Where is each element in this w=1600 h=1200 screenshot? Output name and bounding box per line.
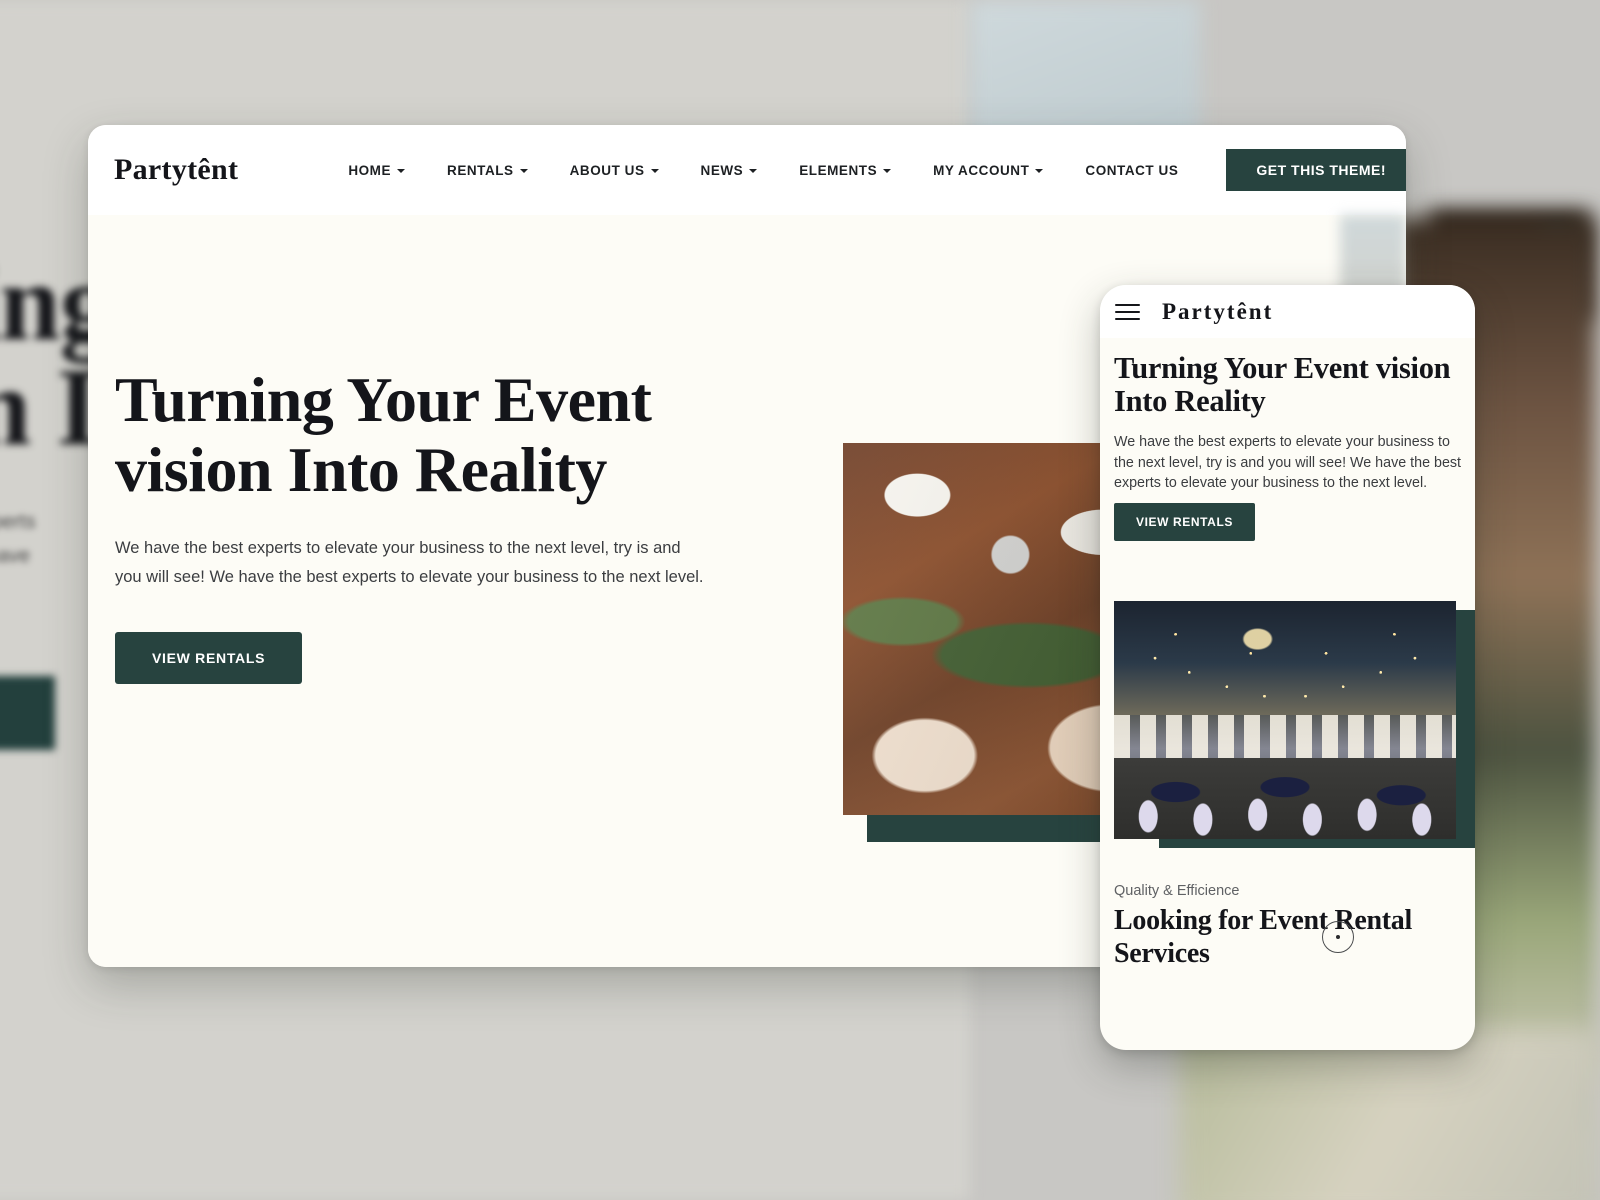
mobile-site-logo[interactable]: Partytênt (1162, 299, 1273, 325)
chevron-down-icon (397, 169, 406, 173)
mobile-phone-mockup: Partytênt Turning Your Event vision Into… (1100, 285, 1475, 1050)
cursor-dot (1336, 934, 1340, 939)
nav-item-elements[interactable]: ELEMENTS (778, 163, 912, 178)
hamburger-line (1115, 310, 1140, 313)
backdrop-bottom-photo (1180, 1030, 1600, 1200)
desktop-navbar: Partytênt HOME RENTALS ABOUT US NEWS ELE… (88, 125, 1406, 215)
mobile-hero-paragraph: We have the best experts to elevate your… (1114, 434, 1462, 492)
tent-roof-detail (1114, 610, 1456, 720)
hero-paragraph: We have the best experts to elevate your… (115, 538, 704, 586)
chevron-down-icon (519, 169, 528, 173)
chevron-down-icon (650, 169, 659, 173)
mobile-hero-image-wrap (1114, 600, 1475, 851)
nav-item-label: NEWS (700, 162, 744, 178)
section-eyebrow: Quality & Efficience (1114, 882, 1240, 899)
nav-item-label: RENTALS (447, 162, 514, 178)
nav-item-home[interactable]: HOME (327, 163, 426, 178)
nav-item-label: CONTACT US (1085, 162, 1179, 178)
backdrop-blurred-button (0, 676, 55, 750)
mobile-event-tent-image (1114, 600, 1456, 839)
chevron-down-icon (1035, 169, 1044, 173)
nav-item-label: ELEMENTS (799, 162, 878, 178)
hero-heading: Turning Your Event vision Into Reality (115, 364, 652, 506)
nav-item-about-us[interactable]: ABOUT US (549, 163, 680, 178)
hamburger-line (1115, 303, 1140, 306)
get-this-theme-button[interactable]: GET THIS THEME! (1226, 149, 1406, 191)
chevron-down-icon (883, 169, 892, 173)
nav-item-news[interactable]: NEWS (680, 163, 779, 178)
mobile-services-section: Quality & Efficience Looking for Event R… (1100, 851, 1475, 971)
nav-item-rentals[interactable]: RENTALS (426, 163, 549, 178)
tent-wall-windows-detail (1114, 715, 1456, 763)
circle-dot-cursor-icon (1322, 920, 1354, 953)
tent-tables-detail (1114, 758, 1456, 839)
mobile-hero-section: Turning Your Event vision Into Reality W… (1100, 338, 1475, 851)
hamburger-menu-icon[interactable] (1115, 303, 1140, 320)
nav-item-my-account[interactable]: MY ACCOUNT (912, 163, 1064, 178)
nav-item-label: HOME (348, 162, 392, 178)
mobile-hero-heading: Turning Your Event vision Into Reality (1114, 351, 1451, 419)
mobile-view-rentals-button[interactable]: VIEW RENTALS (1114, 502, 1255, 541)
nav-item-label: MY ACCOUNT (933, 162, 1030, 178)
nav-item-label: ABOUT US (569, 162, 645, 178)
nav-item-contact-us[interactable]: CONTACT US (1064, 163, 1199, 178)
desktop-hero-copy: Turning Your Event vision Into Reality W… (115, 364, 735, 684)
site-logo[interactable]: Partytênt (114, 153, 238, 187)
primary-navigation: HOME RENTALS ABOUT US NEWS ELEMENTS MY A… (327, 163, 1199, 178)
hamburger-line (1115, 317, 1140, 320)
mobile-navbar: Partytênt (1100, 285, 1475, 338)
section-heading: Looking for Event Rental Services (1114, 904, 1412, 969)
view-rentals-button[interactable]: VIEW RENTALS (115, 631, 303, 684)
chevron-down-icon (749, 169, 758, 173)
